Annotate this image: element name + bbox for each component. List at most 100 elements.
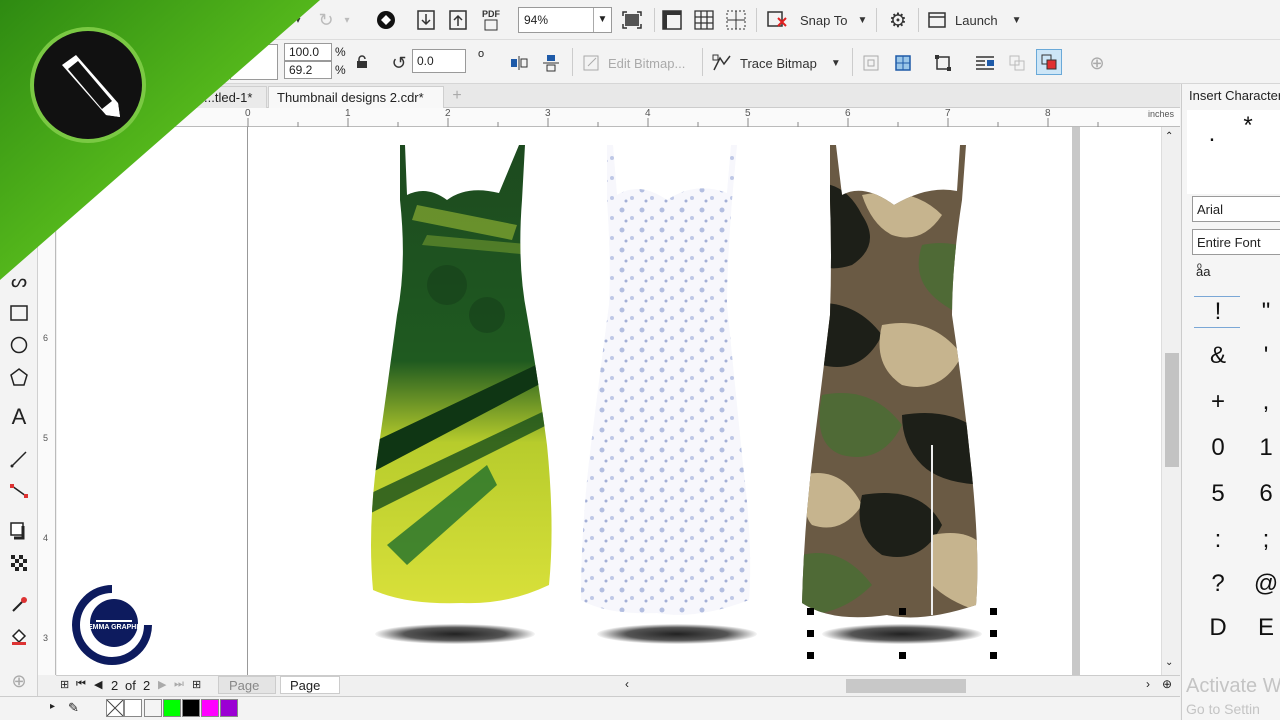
snap-to-button[interactable]: Snap To ▼ [800, 10, 867, 30]
glyph-cell[interactable]: 6 [1246, 480, 1280, 508]
launch-button[interactable]: Launch ▼ [928, 10, 1022, 30]
glyph-cell[interactable]: D [1198, 614, 1238, 642]
trace-bitmap-label: Trace Bitmap [740, 55, 817, 71]
chevron-down-icon[interactable]: ⌄ [1165, 657, 1173, 668]
white-swatch[interactable] [124, 699, 142, 717]
vertical-scrollbar[interactable]: ⌃ ⌄ [1161, 127, 1180, 675]
page-tab-1[interactable]: Page 1 [218, 676, 276, 708]
ruler-tick-label: 3 [43, 633, 49, 643]
mirror-vertical-icon[interactable] [540, 52, 562, 74]
drop-shadow-tool-icon[interactable] [6, 518, 32, 544]
character-variants-icon[interactable]: aͦa [1196, 264, 1210, 279]
dress-green-yellow[interactable] [367, 145, 557, 625]
zoom-navigator-icon[interactable]: ⊕ [1162, 677, 1172, 691]
text-tool-icon[interactable]: A [6, 404, 32, 430]
show-rulers-icon[interactable] [660, 8, 684, 32]
launch-label: Launch [955, 12, 998, 28]
interactive-fill-tool-icon[interactable] [6, 624, 32, 650]
show-guidelines-icon[interactable] [724, 8, 748, 32]
selection-handle[interactable] [899, 608, 906, 615]
font-select[interactable]: Arial [1192, 196, 1280, 222]
dress-camouflage[interactable] [802, 145, 992, 625]
add-icon[interactable]: ⊕ [1086, 52, 1108, 74]
glyph-cell[interactable]: E [1246, 614, 1280, 642]
green-swatch[interactable] [163, 699, 181, 717]
corel-connect-icon[interactable] [374, 8, 398, 32]
zoom-level-select[interactable]: 94% ▼ [518, 7, 612, 33]
parallel-dimension-tool-icon[interactable] [6, 446, 32, 472]
scroll-thumb[interactable] [1165, 353, 1179, 467]
next-page-icon[interactable]: ▶ [158, 678, 166, 691]
export-icon[interactable] [446, 8, 470, 32]
purple-swatch[interactable] [220, 699, 238, 717]
glyph-cell[interactable]: & [1198, 342, 1238, 370]
glyph-cell[interactable]: @ [1246, 570, 1280, 598]
transparency-tool-icon[interactable] [6, 550, 32, 576]
glyph-cell[interactable]: , [1246, 388, 1280, 416]
eyedropper-icon[interactable]: ✎ [68, 700, 79, 716]
connector-tool-icon[interactable] [6, 478, 32, 504]
eyedropper-tool-icon[interactable] [6, 592, 32, 618]
show-grid-icon[interactable] [692, 8, 716, 32]
light-gray-swatch[interactable] [144, 699, 162, 717]
magenta-swatch[interactable] [201, 699, 219, 717]
trace-bitmap-button[interactable]: Trace Bitmap ▼ [712, 52, 841, 74]
dress-white-floral[interactable] [577, 145, 757, 625]
wrap-text-icon[interactable] [974, 52, 996, 74]
glyph-cell[interactable]: 5 [1198, 480, 1238, 508]
selection-handle[interactable] [807, 630, 814, 637]
rectangle-tool-icon[interactable] [6, 300, 32, 326]
gear-icon[interactable]: ⚙ [886, 8, 910, 32]
crop-bitmap-icon[interactable] [860, 52, 882, 74]
glyph-cell[interactable]: ? [1198, 570, 1238, 598]
prev-page-icon[interactable]: ◀ [94, 678, 102, 691]
last-page-icon[interactable]: ⏭ [174, 678, 184, 691]
add-page-before-icon[interactable]: ⊞ [60, 678, 69, 691]
glyph-cell[interactable]: + [1198, 388, 1238, 416]
resample-icon[interactable] [892, 52, 914, 74]
add-tool-icon[interactable]: ⊕ [6, 668, 32, 694]
selection-handle[interactable] [990, 608, 997, 615]
first-page-icon[interactable]: ⏮ [76, 678, 86, 691]
polygon-tool-icon[interactable] [6, 364, 32, 390]
glyph-cell[interactable]: 0 [1198, 434, 1238, 462]
edit-bitmap-label: Edit Bitmap... [608, 55, 686, 71]
mirror-horizontal-icon[interactable] [508, 52, 530, 74]
import-icon[interactable] [414, 8, 438, 32]
group-objects-icon[interactable] [1036, 49, 1062, 75]
h-scroll-thumb[interactable] [846, 679, 966, 693]
glyph-cell[interactable]: " [1246, 298, 1280, 326]
page-tab-2[interactable]: Page 2 [280, 676, 340, 708]
bounding-box-icon[interactable] [932, 52, 954, 74]
add-page-after-icon[interactable]: ⊞ [192, 678, 201, 691]
full-screen-preview-icon[interactable] [620, 8, 644, 32]
palette-expand-icon[interactable]: ▸ [50, 701, 55, 712]
selection-handle[interactable] [807, 608, 814, 615]
chevron-up-icon[interactable]: ⌃ [1165, 131, 1173, 142]
lock-ratio-icon[interactable] [354, 54, 370, 70]
glyph-cell[interactable]: 1 [1246, 434, 1280, 462]
selection-handle[interactable] [990, 630, 997, 637]
edit-bitmap-button[interactable]: Edit Bitmap... [582, 52, 685, 74]
glyph-cell[interactable]: ; [1246, 526, 1280, 554]
selection-handle[interactable] [990, 652, 997, 659]
new-tab-icon[interactable]: + [448, 87, 466, 105]
glyph-cell[interactable]: * [1228, 112, 1268, 140]
character-filter-select[interactable]: Entire Font [1192, 229, 1280, 255]
ellipse-tool-icon[interactable] [6, 332, 32, 358]
chevron-left-icon[interactable]: ‹ [625, 677, 629, 691]
combine-icon[interactable] [1006, 52, 1028, 74]
black-swatch[interactable] [182, 699, 200, 717]
selection-handle[interactable] [899, 652, 906, 659]
no-fill-swatch[interactable] [106, 699, 124, 717]
selection-handle[interactable] [807, 652, 814, 659]
glyph-cell[interactable]: : [1198, 526, 1238, 554]
glyph-cell[interactable]: . [1192, 120, 1232, 148]
rotation-field[interactable]: 0.0 [412, 49, 466, 73]
publish-pdf-button[interactable]: PDF [478, 6, 504, 34]
glyph-cell[interactable]: ' [1246, 342, 1280, 370]
snap-off-icon[interactable] [764, 8, 790, 32]
glyph-cell[interactable]: ! [1198, 298, 1238, 326]
redo-dropdown-icon[interactable]: ▾ [340, 10, 354, 30]
chevron-right-icon[interactable]: › [1146, 677, 1150, 691]
